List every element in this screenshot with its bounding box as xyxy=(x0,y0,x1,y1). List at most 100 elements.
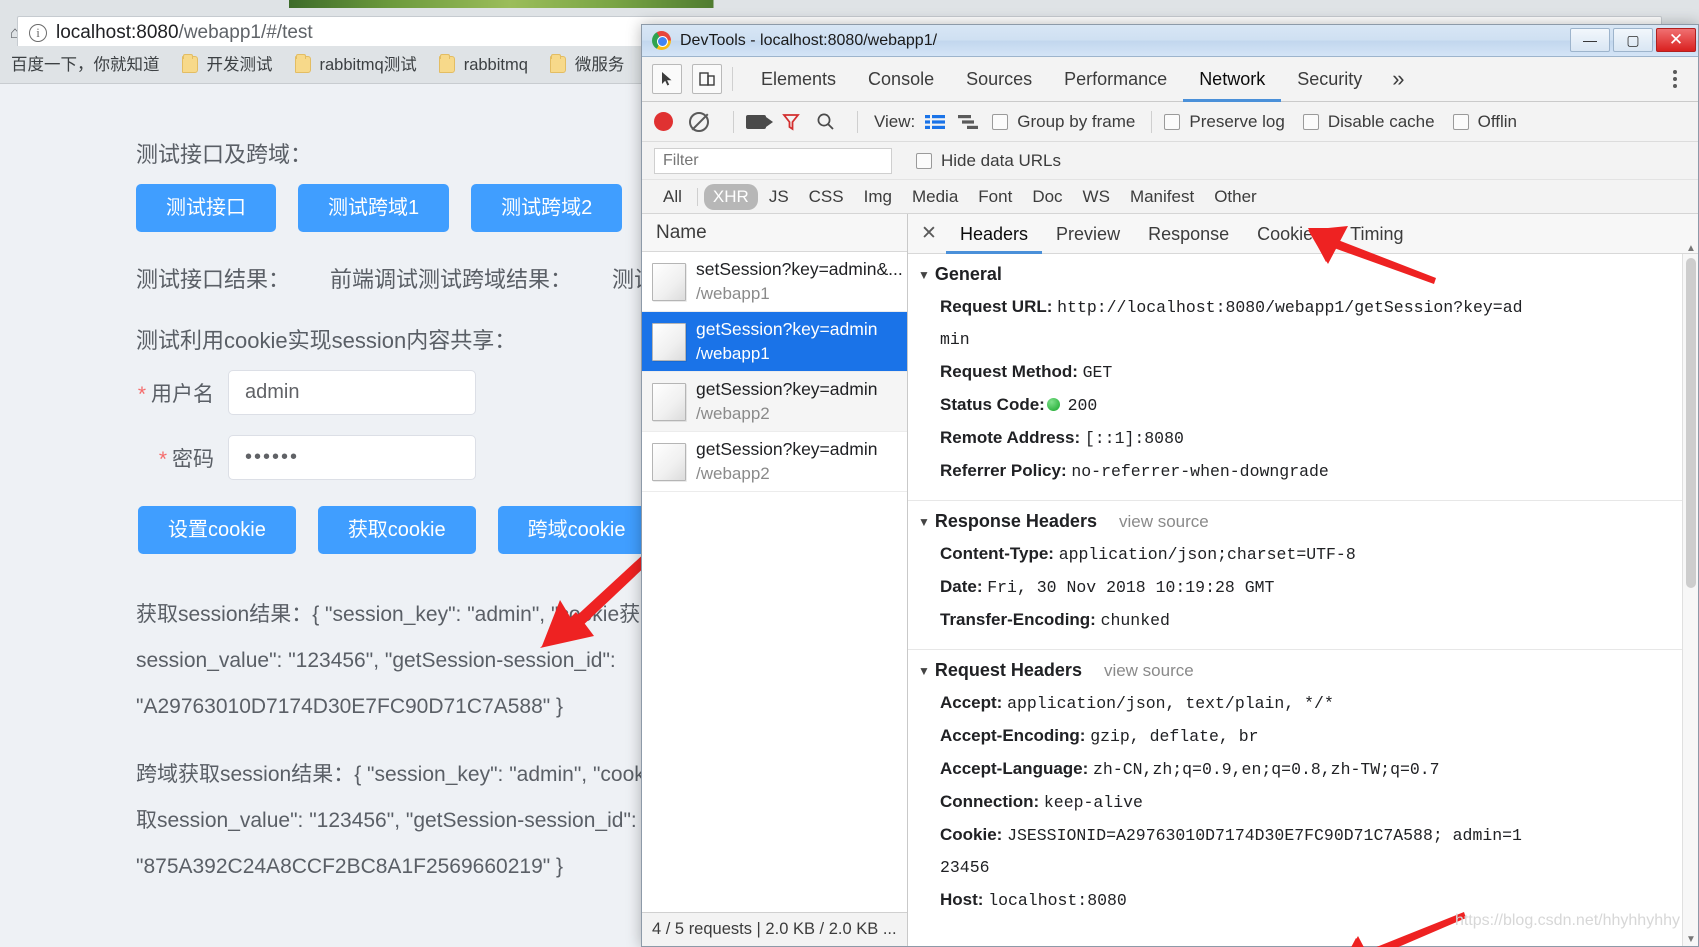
header-key: Request Method: xyxy=(940,362,1078,381)
detail-tab-headers[interactable]: Headers xyxy=(946,214,1042,254)
maximize-button[interactable]: ▢ xyxy=(1613,28,1653,52)
clear-icon[interactable] xyxy=(689,111,709,132)
response-headers-section-header[interactable]: ▼ Response Headers view source xyxy=(908,511,1698,532)
type-filter-img[interactable]: Img xyxy=(855,184,901,210)
tab-network[interactable]: Network xyxy=(1183,57,1281,102)
set-cookie-button[interactable]: 设置cookie xyxy=(138,506,296,554)
general-section-header[interactable]: ▼ General xyxy=(908,264,1698,285)
resource-type-filters: All XHR JS CSS Img Media Font Doc WS Man… xyxy=(642,180,1698,214)
record-icon[interactable] xyxy=(654,112,673,131)
request-headers-section-header[interactable]: ▼ Request Headers view source xyxy=(908,660,1698,681)
type-filter-other[interactable]: Other xyxy=(1205,184,1266,210)
header-value: application/json, text/plain, */* xyxy=(1007,694,1334,713)
scroll-down-icon[interactable]: ▼ xyxy=(1686,934,1696,945)
device-toolbar-icon[interactable] xyxy=(692,64,722,94)
required-mark: * xyxy=(137,382,146,406)
offline-checkbox[interactable]: Offlin xyxy=(1452,111,1517,132)
offline-label: Offlin xyxy=(1477,111,1517,131)
tab-performance[interactable]: Performance xyxy=(1048,57,1183,102)
checkbox-box xyxy=(992,113,1009,130)
scrollbar-thumb[interactable] xyxy=(1686,258,1696,588)
close-button[interactable]: ✕ xyxy=(1656,28,1696,52)
test-cors-1-button[interactable]: 测试跨域1 xyxy=(298,184,450,232)
scroll-up-icon[interactable]: ▲ xyxy=(1686,243,1696,254)
detail-tab-response[interactable]: Response xyxy=(1134,214,1243,254)
request-row[interactable]: getSession?key=admin /webapp2 xyxy=(642,372,907,432)
view-source-link[interactable]: view source xyxy=(1119,512,1209,532)
devtools-menu-icon[interactable] xyxy=(1664,65,1686,93)
header-key: Connection: xyxy=(940,792,1040,811)
tab-security[interactable]: Security xyxy=(1281,57,1378,102)
header-key: Cookie: xyxy=(940,825,1003,844)
username-label: * 用户名 xyxy=(136,378,228,408)
disable-cache-checkbox[interactable]: Disable cache xyxy=(1302,112,1435,132)
hide-data-urls-checkbox[interactable]: Hide data URLs xyxy=(916,151,1061,171)
header-value: gzip, deflate, br xyxy=(1090,727,1259,746)
frontend-cors-result-label: 前端调试测试跨域结果： xyxy=(330,267,573,292)
funnel-icon[interactable] xyxy=(782,113,800,131)
hide-data-urls-label: Hide data URLs xyxy=(941,150,1062,170)
tab-console[interactable]: Console xyxy=(852,57,950,102)
type-filter-all[interactable]: All xyxy=(654,184,691,210)
site-info-icon[interactable]: i xyxy=(29,24,47,42)
minimize-button[interactable]: — xyxy=(1570,28,1610,52)
header-key: Accept: xyxy=(940,693,1003,712)
group-by-frame-checkbox[interactable]: Group by frame xyxy=(992,112,1135,132)
username-label-text: 用户名 xyxy=(151,382,214,406)
detail-scrollbar[interactable]: ▲ ▼ xyxy=(1682,243,1698,946)
bookmark-item[interactable]: 微服务 xyxy=(539,46,636,84)
type-filter-manifest[interactable]: Manifest xyxy=(1121,184,1203,210)
type-filter-js[interactable]: JS xyxy=(760,184,798,210)
detail-tab-preview[interactable]: Preview xyxy=(1042,214,1134,254)
type-filter-doc[interactable]: Doc xyxy=(1023,184,1071,210)
folder-icon xyxy=(294,54,311,73)
bookmark-label: rabbitmq xyxy=(463,55,528,74)
request-path: /webapp1 xyxy=(696,284,770,303)
preserve-log-checkbox[interactable]: Preserve log xyxy=(1164,112,1285,132)
header-row-accept-encoding: Accept-Encoding: gzip, deflate, br xyxy=(908,720,1698,753)
type-filter-css[interactable]: CSS xyxy=(800,184,853,210)
filter-input[interactable] xyxy=(654,147,892,174)
header-key: Transfer-Encoding: xyxy=(940,610,1096,629)
type-filter-media[interactable]: Media xyxy=(903,184,967,210)
type-filter-ws[interactable]: WS xyxy=(1074,184,1119,210)
interface-result-label: 测试接口结果： xyxy=(136,267,291,292)
view-source-link[interactable]: view source xyxy=(1104,661,1194,681)
type-filter-xhr[interactable]: XHR xyxy=(703,183,758,210)
bookmark-label: rabbitmq测试 xyxy=(319,55,417,74)
header-key: Request URL: xyxy=(940,297,1053,316)
bookmark-item[interactable]: 开发测试 xyxy=(171,46,284,84)
request-name: getSession?key=admin xyxy=(696,319,878,339)
type-filter-font[interactable]: Font xyxy=(969,184,1021,210)
tab-elements[interactable]: Elements xyxy=(745,57,852,102)
header-value: zh-CN,zh;q=0.9,en;q=0.8,zh-TW;q=0.7 xyxy=(1093,760,1440,779)
header-value: GET xyxy=(1082,363,1113,382)
request-row[interactable]: getSession?key=admin /webapp2 xyxy=(642,432,907,492)
request-row[interactable]: setSession?key=admin&... /webapp1 xyxy=(642,252,907,312)
cross-domain-cookie-button[interactable]: 跨域cookie xyxy=(497,506,656,554)
detail-tab-timing[interactable]: Timing xyxy=(1336,214,1417,254)
bookmark-item[interactable]: rabbitmq xyxy=(428,46,539,84)
close-icon[interactable]: ✕ xyxy=(912,214,946,254)
header-key: Content-Type: xyxy=(940,544,1054,563)
request-row[interactable]: getSession?key=admin /webapp1 xyxy=(642,312,907,372)
bookmark-item[interactable]: rabbitmq测试 xyxy=(284,46,428,84)
inspect-element-icon[interactable] xyxy=(652,64,682,94)
test-interface-button[interactable]: 测试接口 xyxy=(136,184,276,232)
bookmark-label: 微服务 xyxy=(574,55,625,74)
address-bar-url: localhost:8080/webapp1/#/test xyxy=(56,22,313,44)
chevron-down-icon: ▼ xyxy=(918,267,930,282)
bookmark-item[interactable]: 百度一下，你就知道 xyxy=(0,46,171,84)
username-input[interactable] xyxy=(228,370,476,415)
password-input[interactable] xyxy=(228,435,476,480)
get-cookie-button[interactable]: 获取cookie xyxy=(317,506,476,554)
waterfall-view-icon[interactable] xyxy=(958,114,979,130)
more-tabs-icon[interactable]: » xyxy=(1378,66,1418,92)
document-icon xyxy=(652,442,686,481)
search-icon[interactable] xyxy=(816,112,835,131)
tab-sources[interactable]: Sources xyxy=(950,57,1048,102)
list-view-icon[interactable] xyxy=(925,114,946,130)
camera-icon[interactable] xyxy=(746,114,773,129)
test-cors-2-button[interactable]: 测试跨域2 xyxy=(471,184,623,232)
detail-tab-cookies[interactable]: Cookies xyxy=(1243,214,1336,254)
